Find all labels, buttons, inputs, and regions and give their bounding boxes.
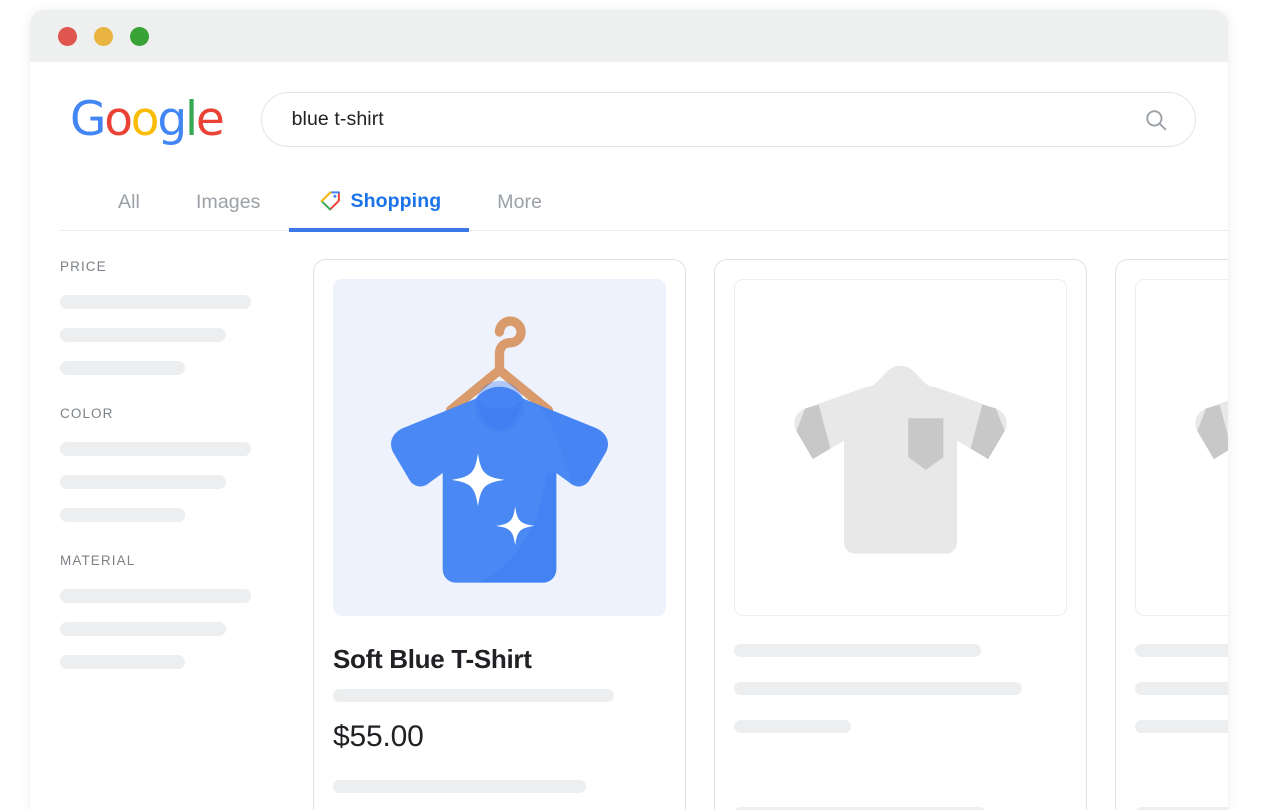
filter-option-placeholder[interactable]: [60, 622, 226, 636]
filter-option-placeholder[interactable]: [60, 589, 251, 603]
search-input[interactable]: [291, 108, 1143, 131]
product-card-placeholder[interactable]: [1115, 259, 1228, 810]
search-tabs: All Images Shopping More: [30, 169, 1228, 232]
filter-option-placeholder[interactable]: [60, 442, 251, 456]
product-title-placeholder: [734, 644, 981, 657]
filters-sidebar: PRICE COLOR MATERIAL: [30, 259, 282, 751]
filter-option-placeholder[interactable]: [60, 655, 185, 669]
filter-option-placeholder[interactable]: [60, 508, 185, 522]
logo-letter-o1: o: [104, 92, 133, 147]
product-price-placeholder: [1135, 720, 1228, 733]
filter-option-placeholder[interactable]: [60, 475, 226, 489]
tab-shopping-label: Shopping: [350, 190, 442, 212]
filter-group-material: MATERIAL: [60, 553, 282, 669]
filter-group-color: COLOR: [60, 406, 282, 522]
tab-all-label: All: [118, 191, 140, 213]
filter-group-price: PRICE: [60, 259, 282, 375]
tab-images[interactable]: Images: [168, 191, 289, 231]
tab-shopping[interactable]: Shopping: [288, 189, 470, 232]
product-card-featured[interactable]: Soft Blue T-Shirt $55.00: [313, 259, 686, 810]
close-window-button[interactable]: [58, 26, 77, 46]
tshirt-neck-hole: [475, 380, 524, 432]
product-meta-placeholder: [1135, 682, 1228, 695]
product-title: Soft Blue T-Shirt: [333, 644, 532, 674]
filter-option-placeholder[interactable]: [60, 328, 226, 342]
product-image-blue-tshirt[interactable]: [333, 279, 666, 616]
product-meta-placeholder: [333, 780, 586, 793]
search-icon[interactable]: [1143, 107, 1169, 133]
gray-tshirt-placeholder-icon: [1195, 400, 1228, 460]
shopping-tag-icon: [320, 191, 340, 211]
product-image-placeholder[interactable]: [734, 279, 1067, 616]
tab-more-label: More: [497, 191, 543, 213]
product-price-placeholder: [734, 720, 851, 733]
filter-option-placeholder[interactable]: [60, 295, 251, 309]
product-price: $55.00: [333, 720, 424, 753]
logo-letter-o2: o: [130, 92, 160, 147]
minimize-window-button[interactable]: [94, 26, 113, 46]
google-logo[interactable]: Google: [70, 92, 225, 147]
product-meta-placeholder: [734, 682, 1022, 695]
blue-tshirt-on-hanger-illustration: [391, 316, 608, 583]
filter-group-color-title: COLOR: [60, 406, 114, 421]
window-titlebar: [30, 10, 1228, 62]
product-card-placeholder[interactable]: [714, 259, 1087, 810]
tab-all[interactable]: All: [90, 191, 168, 231]
logo-letter-g2: g: [157, 92, 187, 147]
logo-letter-g1: G: [70, 92, 106, 147]
maximize-window-button[interactable]: [130, 26, 149, 46]
tab-more[interactable]: More: [469, 191, 570, 231]
tab-images-label: Images: [195, 191, 261, 213]
logo-letter-l: l: [185, 92, 198, 147]
product-title-placeholder: [1135, 644, 1228, 657]
browser-window: Google All Images: [30, 10, 1228, 810]
search-header: Google: [30, 62, 1228, 147]
logo-letter-e: e: [195, 92, 225, 147]
search-bar[interactable]: [260, 92, 1196, 147]
gray-tshirt-placeholder-icon: [794, 365, 1007, 554]
product-results-row: Soft Blue T-Shirt $55.00: [282, 259, 1228, 810]
filter-group-material-title: MATERIAL: [60, 553, 136, 568]
filter-option-placeholder[interactable]: [60, 361, 185, 375]
product-meta-placeholder: [333, 689, 614, 702]
browser-viewport: Google All Images: [30, 62, 1228, 810]
product-image-placeholder[interactable]: [1135, 279, 1228, 616]
filter-group-price-title: PRICE: [60, 259, 107, 274]
search-content: PRICE COLOR MATERIAL Soft Blue T-Shirt $…: [30, 231, 1228, 810]
